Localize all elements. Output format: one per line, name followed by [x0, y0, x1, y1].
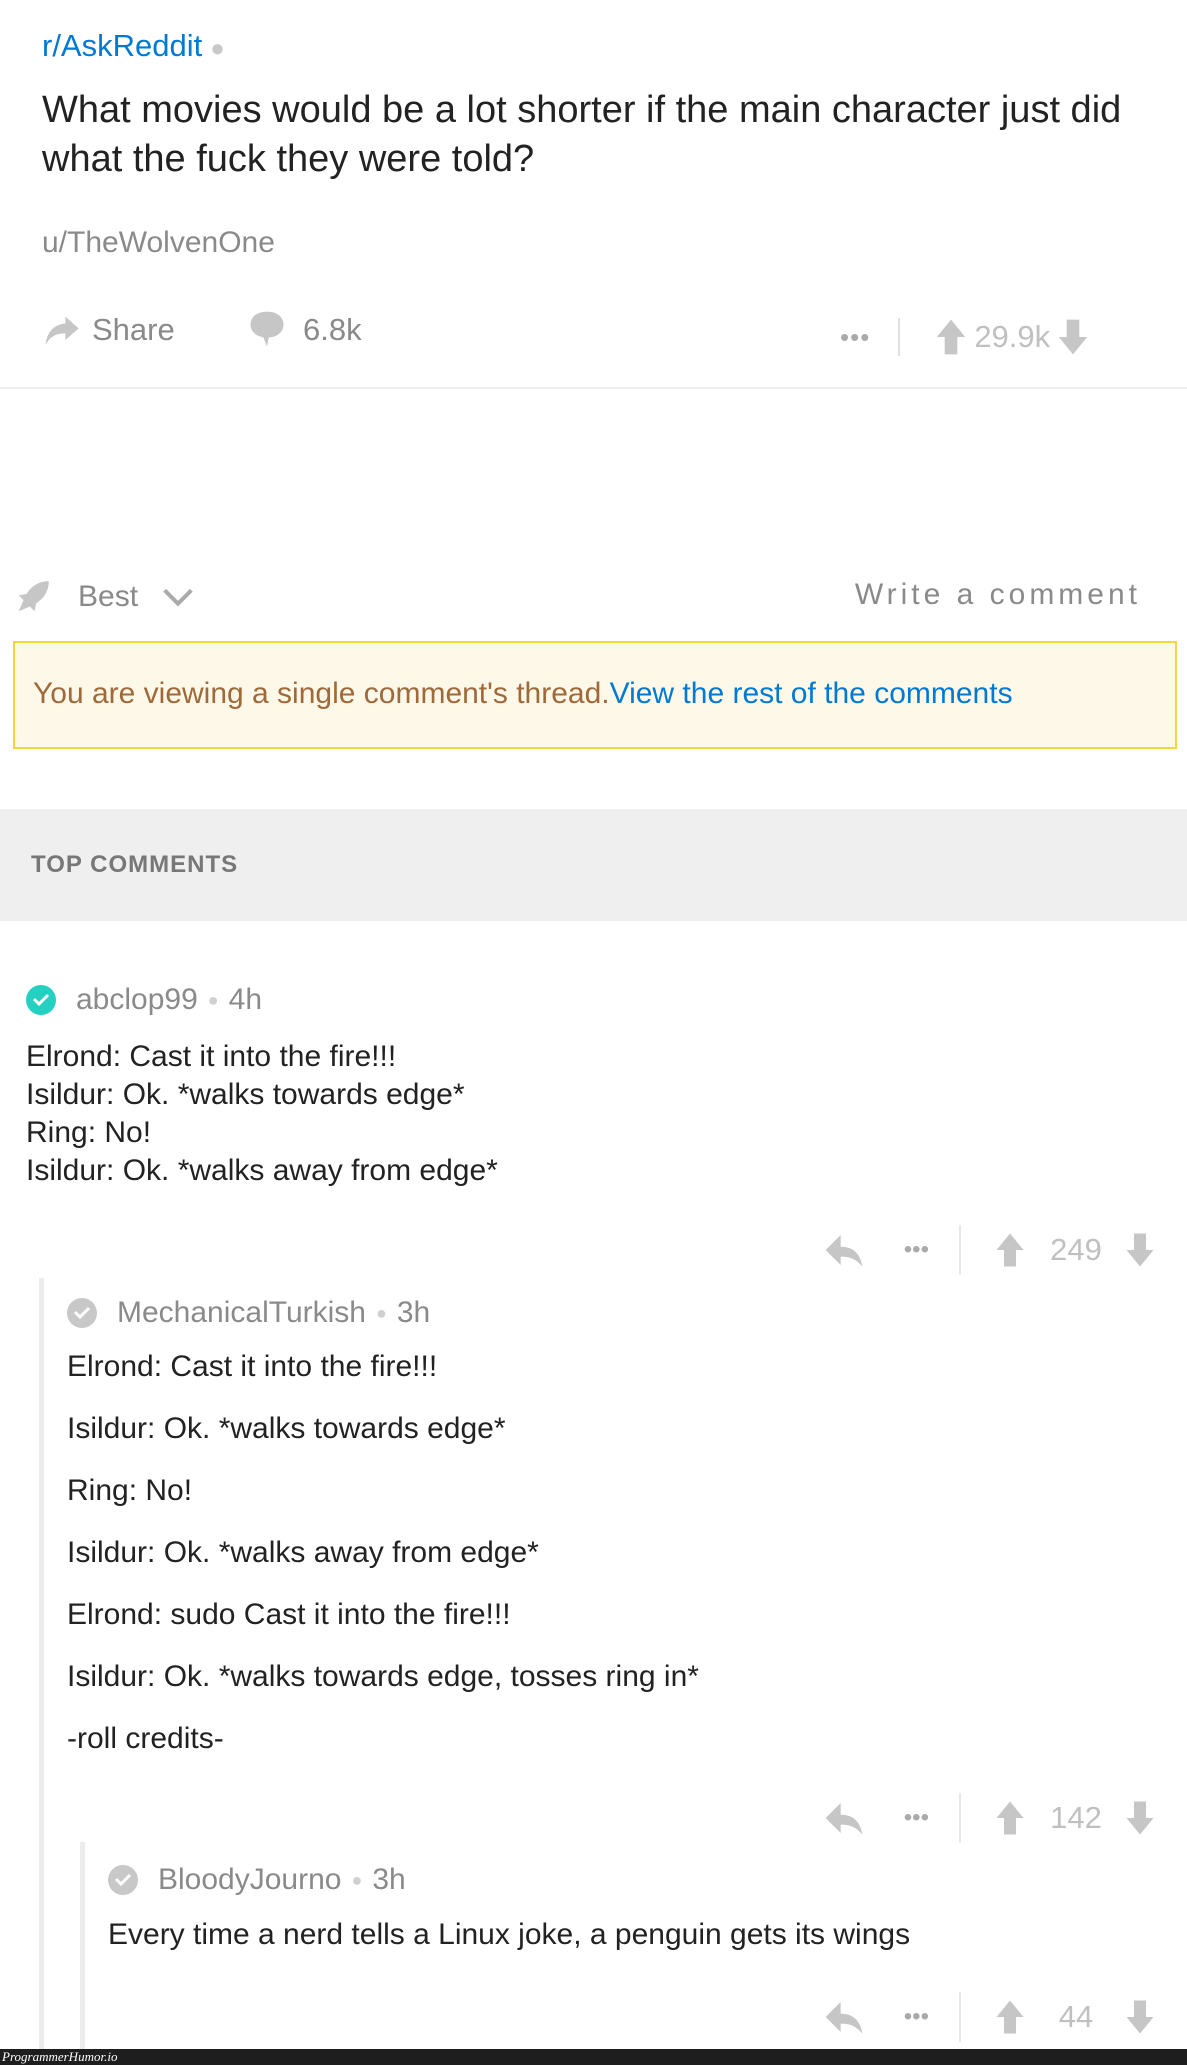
comment-score: 142	[1050, 1800, 1102, 1835]
comment-author[interactable]: abclop99	[76, 983, 198, 1017]
comment-count: 6.8k	[303, 312, 362, 347]
separator-dot: ●	[351, 1869, 363, 1890]
comment-time: 3h	[396, 1296, 431, 1329]
write-comment-button[interactable]: Write a comment	[855, 578, 1141, 612]
comment-score: 249	[1050, 1232, 1102, 1267]
comment-header: abclop99 ● 4h	[26, 983, 262, 1017]
check-icon	[32, 993, 50, 1007]
comment-score: 44	[1058, 1999, 1094, 2034]
check-icon	[114, 1873, 132, 1887]
more-options-icon[interactable]: •••	[904, 1804, 929, 1832]
post-title: What movies would be a lot shorter if th…	[42, 89, 1122, 180]
comment-line: Ring: No!	[26, 1116, 152, 1149]
separator-dot: ●	[210, 35, 225, 62]
share-label: Share	[92, 312, 175, 347]
avatar[interactable]	[108, 1865, 138, 1895]
downvote-icon[interactable]	[1123, 1800, 1157, 1836]
comment-author[interactable]: BloodyJourno	[158, 1863, 341, 1897]
banner-text: You are viewing a single comment's threa…	[33, 677, 610, 710]
more-options-icon[interactable]: •••	[904, 1236, 929, 1264]
comment-actions: ••• 142	[824, 1793, 1157, 1843]
view-all-comments-link[interactable]: View the rest of the comments	[610, 677, 1013, 710]
comments-button[interactable]: 6.8k	[245, 308, 362, 352]
section-header: TOP COMMENTS	[0, 809, 1187, 921]
reply-icon[interactable]	[824, 1998, 864, 2036]
comment-author[interactable]: MechanicalTurkish	[117, 1296, 366, 1330]
divider	[959, 1225, 961, 1275]
comment-line: Elrond: sudo Cast it into the fire!!!	[67, 1598, 511, 1631]
thread-line[interactable]	[39, 1278, 44, 2049]
sort-label: Best	[78, 580, 139, 613]
divider	[0, 387, 1187, 389]
watermark: ProgrammerHumor.io	[0, 2049, 1187, 2065]
post-score: 29.9k	[974, 319, 1051, 354]
chevron-down-icon	[163, 588, 193, 607]
check-icon	[73, 1306, 91, 1320]
upvote-icon[interactable]	[993, 1232, 1027, 1268]
sort-dropdown[interactable]: Best	[14, 578, 194, 616]
single-thread-banner: You are viewing a single comment's threa…	[13, 641, 1177, 749]
share-button[interactable]: Share	[42, 310, 175, 350]
downvote-icon[interactable]	[1123, 1232, 1157, 1268]
avatar[interactable]	[26, 985, 56, 1015]
subreddit-name[interactable]: r/AskReddit	[42, 28, 202, 63]
comment-line: -roll credits-	[67, 1722, 224, 1755]
divider	[959, 1793, 961, 1843]
comment-line: Isildur: Ok. *walks away from edge*	[67, 1536, 539, 1569]
divider	[959, 1992, 961, 2042]
upvote-icon[interactable]	[993, 1999, 1027, 2035]
avatar[interactable]	[67, 1298, 97, 1328]
comment-line: Ring: No!	[67, 1474, 193, 1507]
upvote-icon[interactable]	[934, 318, 968, 356]
reply-icon[interactable]	[824, 1231, 864, 1269]
comment-line: Isildur: Ok. *walks towards edge*	[26, 1078, 465, 1111]
comment-line: Isildur: Ok. *walks towards edge*	[67, 1412, 506, 1445]
divider	[898, 318, 901, 356]
comment-line: Every time a nerd tells a Linux joke, a …	[108, 1918, 911, 1951]
comment-line: Isildur: Ok. *walks towards edge, tosses…	[67, 1660, 699, 1693]
comment-line: Isildur: Ok. *walks away from edge*	[26, 1154, 498, 1187]
comment-time: 3h	[372, 1863, 406, 1896]
comment-header: BloodyJourno ● 3h	[108, 1863, 406, 1897]
reply-icon[interactable]	[824, 1799, 864, 1837]
comment-icon	[250, 311, 284, 347]
comment-line: Elrond: Cast it into the fire!!!	[26, 1040, 397, 1073]
share-icon	[45, 316, 79, 345]
comment-actions: ••• 44	[824, 1992, 1157, 2042]
more-options-icon[interactable]: •••	[840, 322, 870, 353]
comment-line: Elrond: Cast it into the fire!!!	[67, 1350, 438, 1383]
comment-actions: ••• 249	[824, 1225, 1157, 1275]
separator-dot: ●	[375, 1302, 387, 1323]
thread-line[interactable]	[80, 1842, 85, 2049]
downvote-icon[interactable]	[1123, 1999, 1157, 2035]
post-votes: ••• 29.9k	[840, 318, 1090, 356]
separator-dot: ●	[207, 989, 219, 1010]
post-author[interactable]: u/TheWolvenOne	[42, 226, 275, 260]
subreddit-link[interactable]: r/AskReddit ●	[42, 28, 225, 64]
comment-header: MechanicalTurkish ● 3h	[67, 1296, 430, 1330]
rocket-icon	[18, 581, 49, 612]
comment-time: 4h	[228, 983, 263, 1016]
more-options-icon[interactable]: •••	[904, 2003, 929, 2031]
downvote-icon[interactable]	[1056, 318, 1090, 356]
upvote-icon[interactable]	[993, 1800, 1027, 1836]
